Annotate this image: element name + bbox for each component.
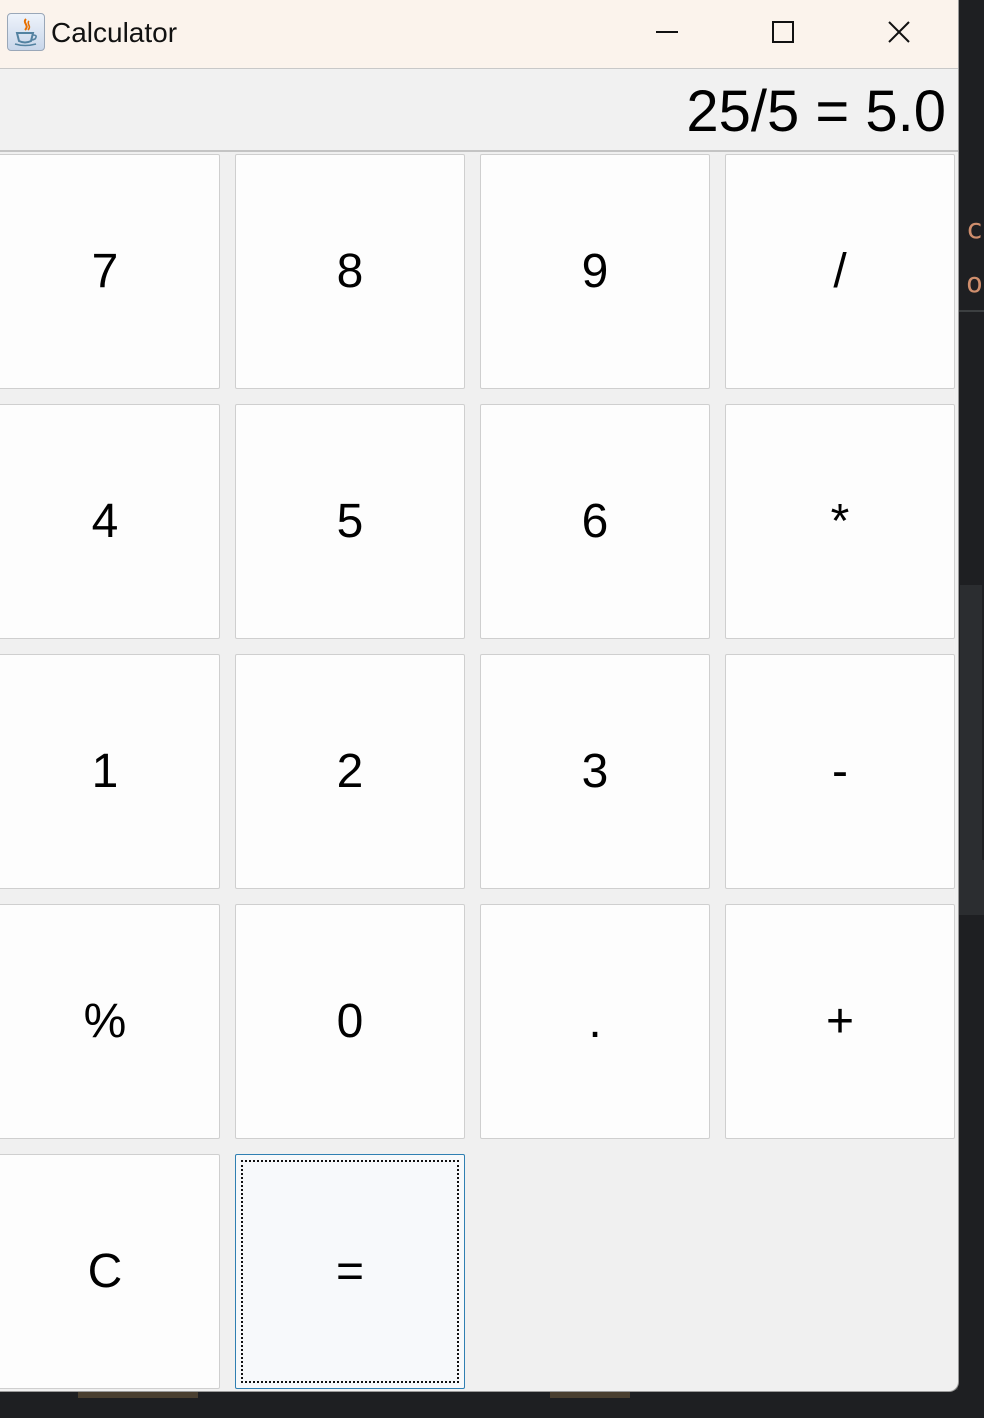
key-8-button[interactable]: 8 xyxy=(235,154,465,389)
background-panel xyxy=(958,860,984,915)
key-0-button[interactable]: 0 xyxy=(235,904,465,1139)
key-5-button[interactable]: 5 xyxy=(235,404,465,639)
key-6-button[interactable]: 6 xyxy=(480,404,710,639)
key-2-button[interactable]: 2 xyxy=(235,654,465,889)
key-1-button[interactable]: 1 xyxy=(0,654,220,889)
subtract-button[interactable]: - xyxy=(725,654,955,889)
background-divider xyxy=(958,310,984,312)
key-9-button[interactable]: 9 xyxy=(480,154,710,389)
background-editor: c ol xyxy=(958,0,984,1418)
add-button[interactable]: + xyxy=(725,904,955,1139)
background-code-line: ol xyxy=(966,266,984,299)
java-cup-icon xyxy=(7,13,45,51)
display-text: 25/5 = 5.0 xyxy=(686,79,946,144)
key-3-button[interactable]: 3 xyxy=(480,654,710,889)
background-panel xyxy=(960,585,982,860)
calculator-window: Calculator 25/5 = 5.0 7 8 9 / 4 5 6 * 1 … xyxy=(0,0,959,1392)
close-icon xyxy=(888,21,910,43)
window-title: Calculator xyxy=(51,17,178,48)
percent-button[interactable]: % xyxy=(0,904,220,1139)
minimize-icon xyxy=(656,31,678,33)
maximize-button[interactable] xyxy=(725,0,841,68)
equals-button[interactable]: = xyxy=(235,1154,465,1389)
calculator-display: 25/5 = 5.0 xyxy=(0,69,958,152)
key-4-button[interactable]: 4 xyxy=(0,404,220,639)
multiply-button[interactable]: * xyxy=(725,404,955,639)
divide-button[interactable]: / xyxy=(725,154,955,389)
title-bar[interactable]: Calculator xyxy=(0,0,958,69)
background-taskbar xyxy=(0,1390,984,1418)
close-button[interactable] xyxy=(841,0,957,68)
decimal-button[interactable]: . xyxy=(480,904,710,1139)
key-7-button[interactable]: 7 xyxy=(0,154,220,389)
maximize-icon xyxy=(772,21,794,43)
clear-button[interactable]: C xyxy=(0,1154,220,1389)
background-code-line: c xyxy=(966,212,983,245)
minimize-button[interactable] xyxy=(609,0,725,68)
